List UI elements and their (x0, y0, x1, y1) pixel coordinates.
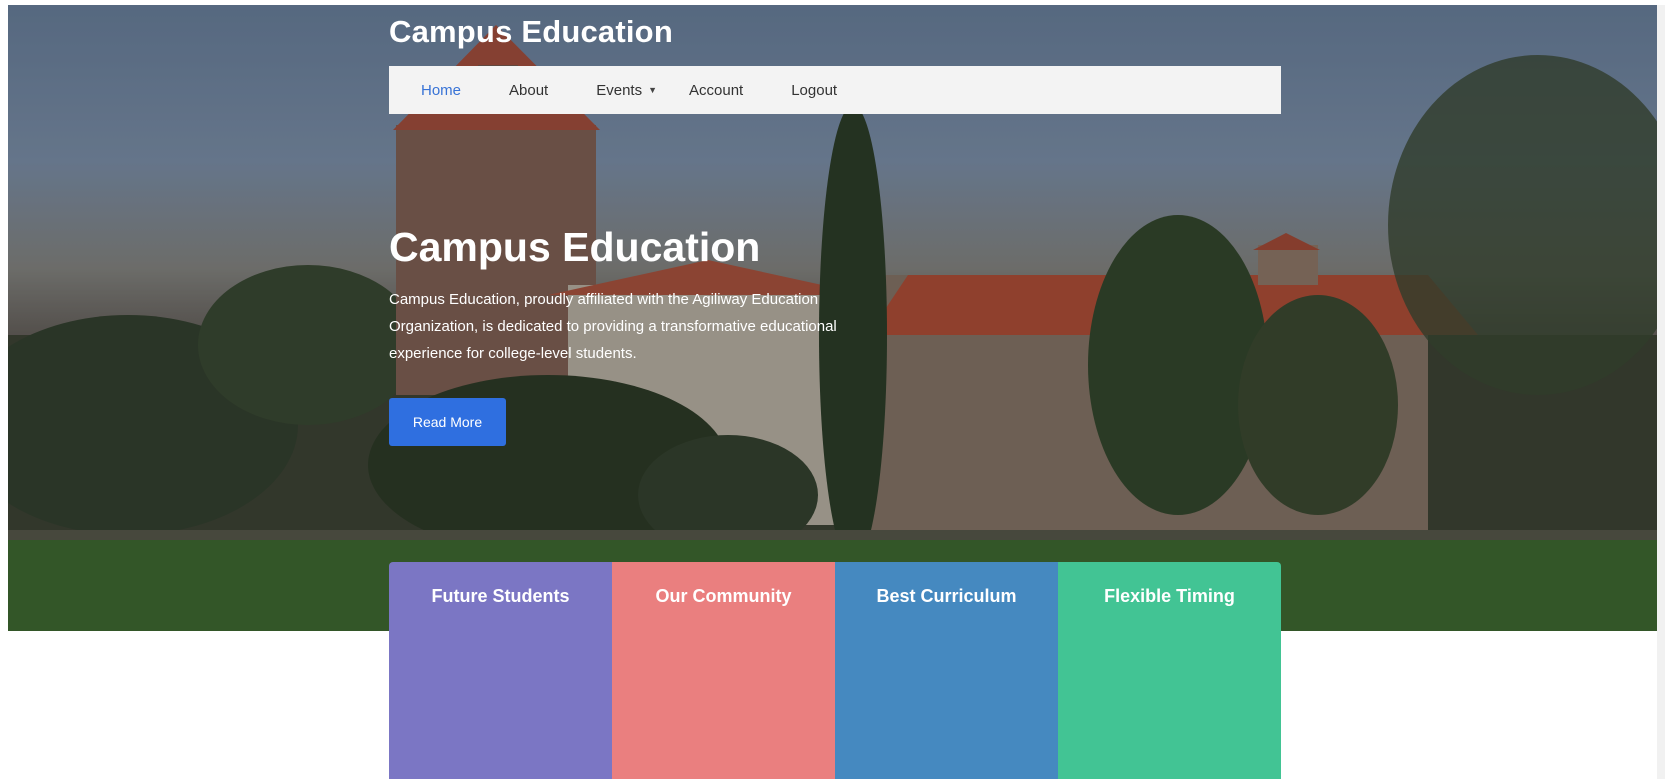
main-navigation: Home About Events ▼ Account Logout (389, 66, 1281, 114)
read-more-button[interactable]: Read More (389, 398, 506, 446)
card-flexible-timing[interactable]: Flexible Timing (1058, 562, 1281, 779)
page-scrollbar[interactable] (1657, 5, 1665, 779)
card-best-curriculum[interactable]: Best Curriculum (835, 562, 1058, 779)
nav-item-account[interactable]: Account (689, 82, 743, 99)
card-our-community[interactable]: Our Community (612, 562, 835, 779)
card-title: Our Community (655, 586, 792, 606)
nav-item-about[interactable]: About (509, 82, 548, 99)
card-title: Best Curriculum (876, 586, 1017, 606)
card-title: Flexible Timing (1104, 586, 1235, 606)
nav-item-label: Events (596, 81, 643, 99)
site-title[interactable]: Campus Education (389, 14, 673, 50)
hero-heading: Campus Education (389, 224, 761, 270)
card-title: Future Students (431, 586, 570, 606)
caret-down-icon: ▼ (648, 85, 657, 95)
nav-item-label: Logout (791, 81, 838, 99)
feature-cards: Future Students Our Community Best Curri… (389, 562, 1281, 779)
nav-item-label: Account (689, 81, 744, 99)
nav-item-home[interactable]: Home (421, 82, 461, 99)
nav-item-label: About (509, 81, 549, 99)
nav-item-events[interactable]: Events ▼ (596, 82, 657, 99)
nav-item-label: Home (421, 81, 462, 99)
card-future-students[interactable]: Future Students (389, 562, 612, 779)
hero-description: Campus Education, proudly affiliated wit… (389, 291, 837, 362)
nav-item-logout[interactable]: Logout (791, 82, 837, 99)
